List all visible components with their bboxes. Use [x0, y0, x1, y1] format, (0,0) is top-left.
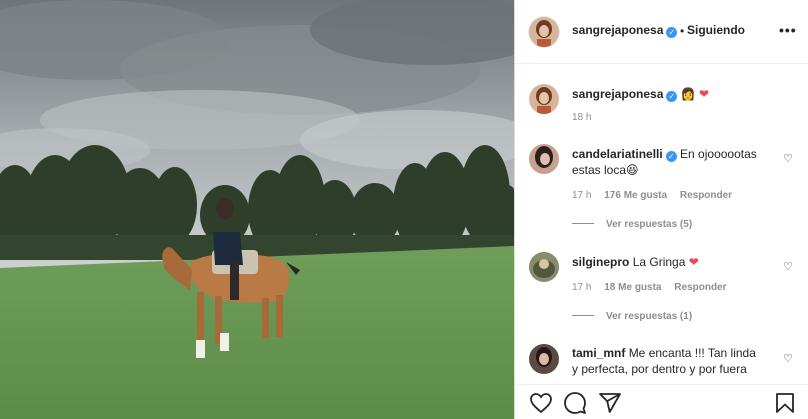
like-comment-icon[interactable]: ♡: [783, 260, 793, 273]
comment-body-line1: En ojoooootas: [680, 147, 757, 161]
comment-text: tami_mnf Me encanta !!! Tan linda y perf…: [572, 345, 782, 376]
comment-text: silginepro La Gringa ❤: [572, 254, 699, 270]
reply-button[interactable]: Responder: [674, 282, 726, 293]
share-icon[interactable]: [598, 391, 622, 415]
heart-icon[interactable]: [529, 391, 553, 415]
view-replies-label[interactable]: Ver respuestas (5): [606, 219, 692, 230]
view-replies-button[interactable]: Ver respuestas (5): [572, 219, 692, 230]
more-options-icon[interactable]: •••: [779, 22, 797, 38]
comment-body-line2: y perfecta, por dentro y por fuera: [572, 362, 747, 376]
caption-item: sangrejaponesa ✓ 👩 ❤ 18 h: [515, 82, 808, 132]
reply-button[interactable]: Responder: [680, 190, 732, 201]
red-heart-emoji: ❤: [699, 87, 710, 101]
red-heart-emoji: ❤: [688, 255, 699, 269]
caption-avatar[interactable]: [529, 84, 559, 114]
save-bookmark-icon[interactable]: [773, 391, 797, 415]
comment-body-line1: Me encanta !!! Tan linda: [628, 346, 756, 360]
caption-username[interactable]: sangrejaponesa: [572, 87, 663, 101]
comment-avatar-image: [529, 344, 559, 374]
follow-separator: •: [680, 24, 685, 38]
comment-username[interactable]: candelariatinelli: [572, 147, 663, 161]
comment-body: La Gringa: [632, 255, 686, 269]
comment-username[interactable]: tami_mnf: [572, 346, 625, 360]
comment-likes[interactable]: 18 Me gusta: [604, 282, 661, 293]
caption-avatar-image: [529, 84, 559, 114]
comment-item: silginepro La Gringa ❤ ♡ 17 h 18 Me gust…: [515, 250, 808, 330]
post-header: sangrejaponesa ✓ • Siguiendo •••: [515, 0, 808, 64]
view-replies-label[interactable]: Ver respuestas (1): [606, 311, 692, 322]
laughing-emoji: 😆: [626, 163, 639, 177]
author-avatar-image: [529, 17, 559, 47]
caption-time[interactable]: 18 h: [572, 112, 591, 123]
comment-avatar-image: [529, 144, 559, 174]
author-avatar[interactable]: [529, 17, 559, 47]
comment-meta: 17 h 176 Me gusta Responder: [572, 190, 742, 201]
post-actions-bar: [515, 384, 808, 419]
comment-meta: 17 h 18 Me gusta Responder: [572, 282, 737, 293]
comment-avatar[interactable]: [529, 252, 559, 282]
replies-line: [572, 315, 594, 316]
view-replies-button[interactable]: Ver respuestas (1): [572, 311, 692, 322]
comment-avatar-image: [529, 252, 559, 282]
verified-icon: ✓: [666, 27, 678, 38]
comment-avatar[interactable]: [529, 144, 559, 174]
author-username[interactable]: sangrejaponesa ✓: [572, 23, 678, 38]
comment-username[interactable]: silginepro: [572, 255, 629, 269]
caption-text: sangrejaponesa ✓ 👩 ❤: [572, 86, 709, 102]
comment-text: candelariatinelli ✓ En ojoooootas estas l…: [572, 146, 777, 178]
comment-item: tami_mnf Me encanta !!! Tan linda y perf…: [515, 342, 808, 376]
comment-icon[interactable]: [563, 391, 587, 415]
post-photo[interactable]: [0, 0, 514, 419]
replies-line: [572, 223, 594, 224]
post-side-panel: sangrejaponesa ✓ • Siguiendo ••• sangreja…: [514, 0, 808, 419]
polo-horse-photo: [0, 0, 514, 419]
comment-avatar[interactable]: [529, 344, 559, 374]
verified-icon: ✓: [665, 151, 677, 162]
comment-likes[interactable]: 176 Me gusta: [604, 190, 667, 201]
comment-time[interactable]: 17 h: [572, 190, 591, 201]
comment-body-line2: estas loca: [572, 163, 627, 177]
following-button[interactable]: Siguiendo: [687, 23, 745, 37]
like-comment-icon[interactable]: ♡: [783, 152, 793, 165]
comments-list[interactable]: sangrejaponesa ✓ 👩 ❤ 18 h candelariatinel…: [515, 64, 808, 376]
woman-emoji: 👩: [680, 87, 696, 101]
verified-icon: ✓: [666, 91, 678, 102]
comment-item: candelariatinelli ✓ En ojoooootas estas l…: [515, 142, 808, 237]
caption-meta: 18 h: [572, 112, 601, 123]
author-username-text[interactable]: sangrejaponesa: [572, 23, 663, 37]
like-comment-icon[interactable]: ♡: [783, 352, 793, 365]
comment-time[interactable]: 17 h: [572, 282, 591, 293]
